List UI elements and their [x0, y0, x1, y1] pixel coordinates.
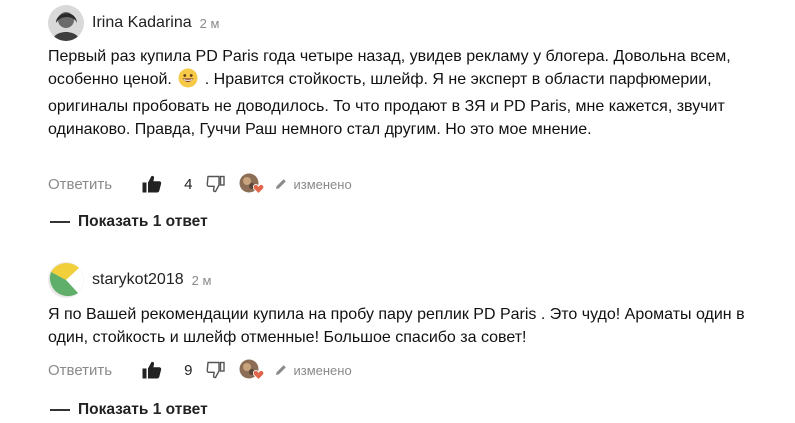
comment-2: starykot2018 2 м Я по Вашей рекомендации…	[0, 262, 795, 422]
show-replies-button[interactable]: Показать 1 ответ	[48, 210, 208, 234]
heart-icon	[253, 370, 265, 380]
comment-actions: Ответить 9 изменено	[48, 358, 352, 382]
reaction-avatars[interactable]	[239, 359, 265, 381]
comment-text: Я по Вашей рекомендации купила на пробу …	[48, 306, 745, 346]
comment-text: Первый раз купила PD Paris года четыре н…	[48, 45, 768, 141]
comment-header: Irina Kadarina 2 м	[48, 5, 219, 41]
dislike-button[interactable]	[206, 175, 226, 193]
thumbs-down-icon	[207, 175, 226, 193]
thumbs-up-icon	[142, 361, 162, 379]
avatar[interactable]	[48, 5, 84, 41]
reply-button[interactable]: Ответить	[48, 362, 112, 379]
show-replies-button[interactable]: Показать 1 ответ	[48, 398, 208, 422]
dislike-button[interactable]	[206, 361, 226, 379]
show-replies-label: Показать 1 ответ	[78, 401, 208, 418]
like-button[interactable]: 9	[142, 361, 192, 379]
like-button[interactable]: 4	[142, 175, 192, 193]
pencil-icon	[276, 365, 287, 375]
thread-line	[50, 409, 70, 411]
author-name[interactable]: Irina Kadarina	[92, 14, 192, 32]
avatar[interactable]	[48, 262, 84, 298]
reaction-avatars[interactable]	[239, 173, 265, 195]
grinning-face-emoji-icon	[178, 68, 198, 95]
author-name[interactable]: starykot2018	[92, 271, 184, 289]
thumbs-up-icon	[142, 175, 162, 193]
comment-time: 2 м	[199, 15, 220, 31]
thread-line	[50, 221, 70, 223]
comment-header: starykot2018 2 м	[48, 262, 211, 298]
thumbs-down-icon	[207, 361, 226, 379]
edited-label: изменено	[293, 176, 352, 192]
comment-time: 2 м	[191, 272, 212, 288]
edited-indicator: изменено	[275, 362, 352, 378]
edited-label: изменено	[293, 362, 352, 378]
pencil-icon	[276, 179, 287, 189]
edited-indicator: изменено	[275, 176, 352, 192]
show-replies-label: Показать 1 ответ	[78, 213, 208, 230]
like-count: 9	[184, 361, 193, 379]
comment-actions: Ответить 4 изменено	[48, 172, 352, 196]
heart-icon	[253, 184, 265, 194]
like-count: 4	[184, 175, 193, 193]
comment-1: Irina Kadarina 2 м Первый раз купила PD …	[0, 5, 795, 245]
reply-button[interactable]: Ответить	[48, 176, 112, 193]
